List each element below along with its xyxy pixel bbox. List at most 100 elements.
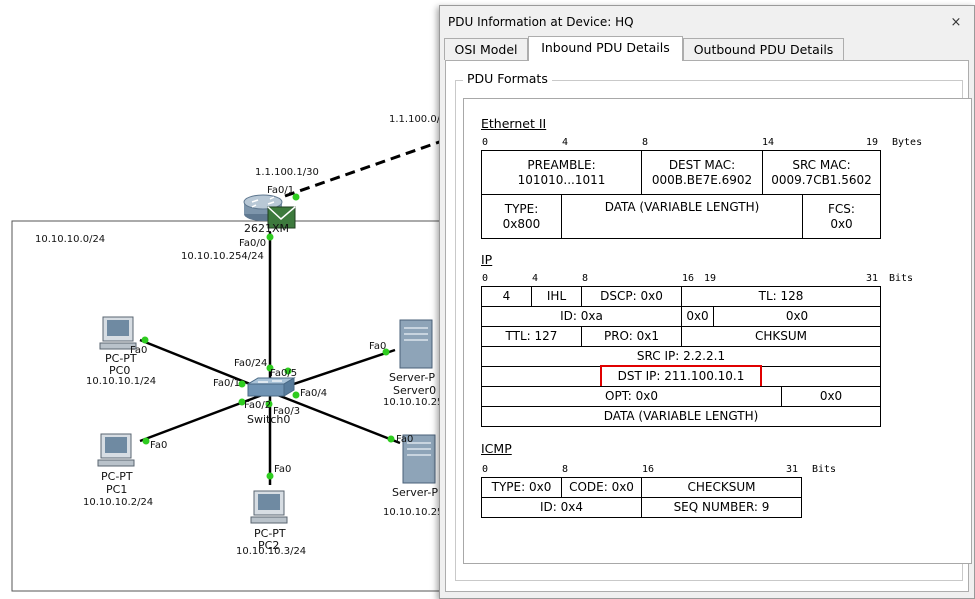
ip-tl-value: TL: 128: [758, 289, 804, 303]
icmp-code-cell: CODE: 0x0: [561, 477, 642, 498]
eth-ruler-4: 4: [562, 137, 569, 148]
icmp-seq-cell: SEQ NUMBER: 9: [641, 497, 802, 518]
eth-preamble-cell: PREAMBLE: 101010...1011: [481, 150, 642, 195]
ethernet-section-title: Ethernet II: [481, 116, 547, 131]
eth-type-label: TYPE:: [504, 201, 539, 216]
eth-ruler-19: 19: [866, 137, 879, 148]
ip-dscp-value: DSCP: 0x0: [600, 289, 663, 303]
server1-if-label: Fa0: [396, 434, 414, 445]
switch-port-fa0-1: Fa0/1: [213, 378, 241, 389]
eth-type-value: 0x800: [502, 216, 541, 231]
ip-tl-cell: TL: 128: [681, 286, 881, 307]
ip-ihl-cell: IHL: [531, 286, 582, 307]
ip-version-cell: 4: [481, 286, 532, 307]
icmp-type-value: TYPE: 0x0: [491, 480, 552, 494]
port-status-dots: [141, 193, 395, 480]
switch-port-fa0-2: Fa0/2: [244, 400, 272, 411]
ip-data-cell: DATA (VARIABLE LENGTH): [481, 406, 881, 427]
ip-flags-cell: 0x0: [681, 306, 714, 327]
lan-subnet-label: 10.10.10.0/24: [35, 234, 106, 245]
ip-opt-value: OPT: 0x0: [605, 389, 658, 403]
pc1-icon[interactable]: [97, 433, 135, 467]
icmp-type-cell: TYPE: 0x0: [481, 477, 562, 498]
ip-pro-cell: PRO: 0x1: [581, 326, 682, 347]
icmp-ruler-31: 31: [786, 464, 799, 475]
icmp-section-title: ICMP: [481, 441, 512, 456]
router-if-top-label: Fa0/1: [267, 185, 295, 196]
ip-ruler-0: 0: [482, 273, 489, 284]
ip-ruler-31: 31: [866, 273, 879, 284]
pc1-name-label: PC1: [106, 483, 128, 496]
ip-flags-value: 0x0: [686, 309, 709, 323]
server0-icon[interactable]: [399, 319, 433, 369]
dialog-title: PDU Information at Device: HQ: [448, 15, 634, 29]
tab-osi-model[interactable]: OSI Model: [444, 38, 528, 60]
pc1-if-label: Fa0: [150, 440, 168, 451]
pc2-icon[interactable]: [250, 490, 288, 524]
ip-chksum-value: CHKSUM: [754, 329, 808, 343]
ip-data-value: DATA (VARIABLE LENGTH): [603, 409, 759, 423]
eth-dest-mac-value: 000B.BE7E.6902: [651, 172, 753, 187]
pdu-formats-label: PDU Formats: [463, 71, 552, 86]
switch-port-fa0-4: Fa0/4: [300, 388, 328, 399]
ip-ruler-16: 16: [682, 273, 695, 284]
icmp-checksum-value: CHECKSUM: [687, 480, 756, 494]
ip-ruler-4: 4: [532, 273, 539, 284]
eth-data-label: DATA (VARIABLE LENGTH): [604, 200, 760, 214]
server1-type-label: Server-P: [392, 486, 438, 499]
router-name-label: 2621XM: [244, 222, 290, 235]
ip-version-value: 4: [502, 289, 511, 303]
eth-data-cell: DATA (VARIABLE LENGTH): [561, 194, 803, 239]
ip-frag-value: 0x0: [785, 309, 809, 323]
eth-ruler-14: 14: [762, 137, 775, 148]
icmp-checksum-cell: CHECKSUM: [641, 477, 802, 498]
ip-pad-cell: 0x0: [781, 386, 881, 407]
eth-src-mac-cell: SRC MAC: 0009.7CB1.5602: [762, 150, 881, 195]
ip-dscp-cell: DSCP: 0x0: [581, 286, 682, 307]
switch-name-label: Switch0: [247, 413, 291, 426]
ip-ttl-cell: TTL: 127: [481, 326, 582, 347]
server0-type-label: Server-P: [389, 371, 435, 384]
pc2-if-label: Fa0: [274, 464, 292, 475]
eth-ruler-0: 0: [482, 137, 489, 148]
pc1-type-label: PC-PT: [101, 470, 133, 483]
server0-ip-label: 10.10.10.25: [383, 397, 444, 408]
icmp-ruler-0: 0: [482, 464, 489, 475]
wan-ip-label: 1.1.100.0/: [389, 114, 441, 125]
router-ip-bottom-label: 10.10.10.254/24: [181, 251, 264, 262]
ip-src-value: SRC IP: 2.2.2.1: [636, 349, 726, 363]
close-button[interactable]: ×: [946, 14, 966, 32]
pc0-ip-label: 10.10.10.1/24: [86, 376, 157, 387]
eth-ruler-unit: Bytes: [892, 137, 923, 148]
router-ip-top-label: 1.1.100.1/30: [255, 167, 319, 178]
tab-outbound-pdu-details[interactable]: Outbound PDU Details: [683, 38, 844, 60]
icmp-id-value: ID: 0x4: [539, 500, 583, 514]
ip-frag-cell: 0x0: [713, 306, 881, 327]
server1-ip-label: 10.10.10.25: [383, 507, 444, 518]
icmp-code-value: CODE: 0x0: [569, 480, 634, 494]
eth-dest-mac-cell: DEST MAC: 000B.BE7E.6902: [641, 150, 763, 195]
ip-ruler-19: 19: [704, 273, 717, 284]
eth-fcs-value: 0x0: [830, 216, 853, 231]
ip-pad-value: 0x0: [819, 389, 843, 403]
router-if-bottom-label: Fa0/0: [239, 238, 267, 249]
switch-port-fa0-24: Fa0/24: [234, 358, 268, 369]
icmp-ruler-unit: Bits: [812, 464, 837, 475]
icmp-ruler-16: 16: [642, 464, 655, 475]
ip-src-cell: SRC IP: 2.2.2.1: [481, 346, 881, 367]
pdu-formats-view[interactable]: Ethernet II 0 4 8 14 19 Bytes PREAMBLE: …: [463, 98, 972, 564]
ip-ruler-8: 8: [582, 273, 589, 284]
dst-ip-highlight: [600, 365, 762, 388]
ip-chksum-cell: CHKSUM: [681, 326, 881, 347]
icmp-ruler-8: 8: [562, 464, 569, 475]
eth-preamble-value: 101010...1011: [517, 172, 606, 187]
ip-pro-value: PRO: 0x1: [603, 329, 660, 343]
ip-section-title: IP: [481, 252, 493, 267]
ip-id-cell: ID: 0xa: [481, 306, 682, 327]
switch-icon[interactable]: [246, 377, 296, 397]
eth-src-mac-label: SRC MAC:: [792, 157, 851, 172]
server0-if-label: Fa0: [369, 341, 387, 352]
ip-id-value: ID: 0xa: [560, 309, 603, 323]
eth-fcs-label: FCS:: [828, 201, 855, 216]
tab-inbound-pdu-details[interactable]: Inbound PDU Details: [528, 36, 683, 61]
